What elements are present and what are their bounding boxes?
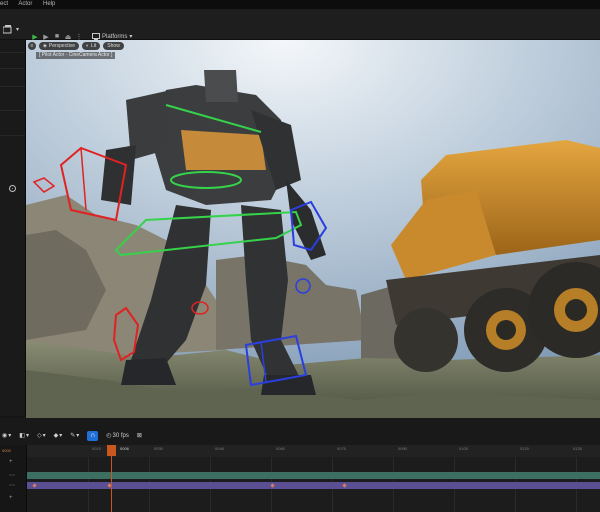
menu-item-help[interactable]: Help (43, 1, 55, 7)
sequencer-panel: ◉ ▾ ◧ ▾ ◇ ▾ ◆ ▾ ✎ ▾ ∩ ◴ 30 fps ⊠ 0000 + ⋯ ⋯ + … (0, 418, 600, 512)
menu-item-actor[interactable]: Actor (18, 1, 32, 7)
lit-label: Lit (91, 42, 97, 49)
platforms-button[interactable]: Platforms ▾ (92, 33, 132, 40)
snap-toggle-button[interactable]: ∩ (87, 430, 99, 441)
add-track-icon[interactable]: + (9, 459, 13, 465)
viewport-options-button[interactable]: ≡ (28, 41, 36, 50)
add-track-icon[interactable]: + (9, 495, 13, 501)
platforms-icon (92, 33, 100, 40)
key-options-button[interactable]: ◆ ▾ (54, 432, 63, 439)
ruler-label: 0135 (573, 446, 582, 451)
track-list: 0000 + ⋯ ⋯ + (0, 445, 27, 512)
chevron-down-icon: ▾ (25, 433, 29, 439)
loop-icon: ⊠ (136, 433, 142, 439)
track-bar-transform[interactable] (27, 472, 600, 479)
timeline-area[interactable]: 0015 0030 0045 0060 0075 0090 0105 0120 … (27, 445, 600, 512)
lit-button[interactable]: ◐ Lit (81, 41, 101, 50)
perspective-label: Perspective (48, 42, 75, 49)
chevron-down-icon: ▾ (129, 34, 133, 40)
chevron-down-icon: ▾ (16, 26, 20, 33)
select-mode-icon (3, 24, 12, 33)
target-icon[interactable] (9, 185, 16, 192)
panel-divider (0, 68, 25, 69)
perspective-icon: ◈ (43, 42, 47, 49)
ruler-label: 0060 (276, 446, 285, 451)
loop-button[interactable]: ⊠ (137, 432, 142, 439)
keyframe[interactable] (270, 483, 275, 488)
lit-icon: ◐ (85, 42, 90, 49)
track-bar-animation[interactable] (27, 482, 600, 489)
magnet-icon: ∩ (90, 432, 96, 439)
perspective-button[interactable]: ◈ Perspective (39, 41, 79, 50)
panel-divider (0, 86, 25, 87)
pencil-icon: ✎ (70, 433, 76, 439)
playhead-line (111, 456, 112, 512)
transform-icon: ◇ (36, 433, 42, 439)
menu-icon: ≡ (30, 42, 34, 49)
chevron-down-icon: ▾ (42, 433, 46, 439)
transform-options-button[interactable]: ◇ ▾ (37, 432, 46, 439)
chevron-down-icon: ▾ (59, 433, 63, 439)
time-ruler[interactable]: 0015 0030 0045 0060 0075 0090 0105 0120 … (27, 445, 600, 457)
ruler-label: 0120 (520, 446, 529, 451)
track-row-options[interactable]: ⋯ (9, 482, 15, 489)
panel-divider (0, 110, 25, 111)
ruler-label: 0075 (337, 446, 346, 451)
left-panel (0, 40, 26, 416)
chevron-down-icon: ▾ (8, 433, 12, 439)
pilot-actor-label: [ Pilot Actor - CineCamera Actor ] (36, 52, 116, 59)
camera-options-button[interactable]: ◧ ▾ (19, 432, 29, 439)
eye-icon: ◉ (2, 433, 8, 439)
viewport-toolbar: ≡ ◈ Perspective ◐ Lit Show (26, 40, 124, 51)
ruler-label: 0090 (398, 446, 407, 451)
keyframe[interactable] (32, 483, 37, 488)
diamond-icon: ◆ (53, 433, 59, 439)
show-button[interactable]: Show (103, 41, 124, 50)
clock-icon: ◴ (106, 433, 112, 439)
ruler-label: 0105 (459, 446, 468, 451)
draw-options-button[interactable]: ✎ ▾ (70, 432, 79, 439)
panel-divider (0, 135, 25, 136)
ruler-label: 0030 (154, 446, 163, 451)
show-label: Show (107, 42, 120, 49)
playhead-handle[interactable] (107, 445, 116, 456)
chevron-down-icon: ▾ (76, 433, 80, 439)
keyframe[interactable] (342, 483, 347, 488)
start-frame-label: 0000 (2, 448, 11, 453)
mode-selector[interactable]: ▾ (3, 24, 19, 34)
menu-item-select[interactable]: ect (0, 1, 8, 7)
fps-label: 30 fps (112, 432, 129, 439)
current-frame-label: 0006 (120, 446, 129, 451)
camera-icon: ◧ (19, 433, 25, 439)
level-viewport[interactable]: ≡ ◈ Perspective ◐ Lit Show [ Pilot Actor -… (26, 40, 600, 418)
menu-bar: ect Actor Help (0, 0, 600, 9)
panel-divider (0, 52, 25, 53)
scene-render (26, 40, 600, 418)
view-options-button[interactable]: ◉ ▾ (2, 432, 11, 439)
fps-selector[interactable]: ◴ 30 fps (106, 432, 129, 440)
ruler-label: 0015 (92, 446, 101, 451)
ruler-label: 0045 (215, 446, 224, 451)
sequencer-toolbar: ◉ ▾ ◧ ▾ ◇ ▾ ◆ ▾ ✎ ▾ ∩ ◴ 30 fps ⊠ (0, 429, 600, 442)
main-toolbar: ▾ ▶ ▶ ■ ⏏ ⋮ Platforms ▾ (0, 9, 600, 41)
platforms-label: Platforms (102, 33, 128, 40)
track-row-options[interactable]: ⋯ (9, 472, 15, 479)
